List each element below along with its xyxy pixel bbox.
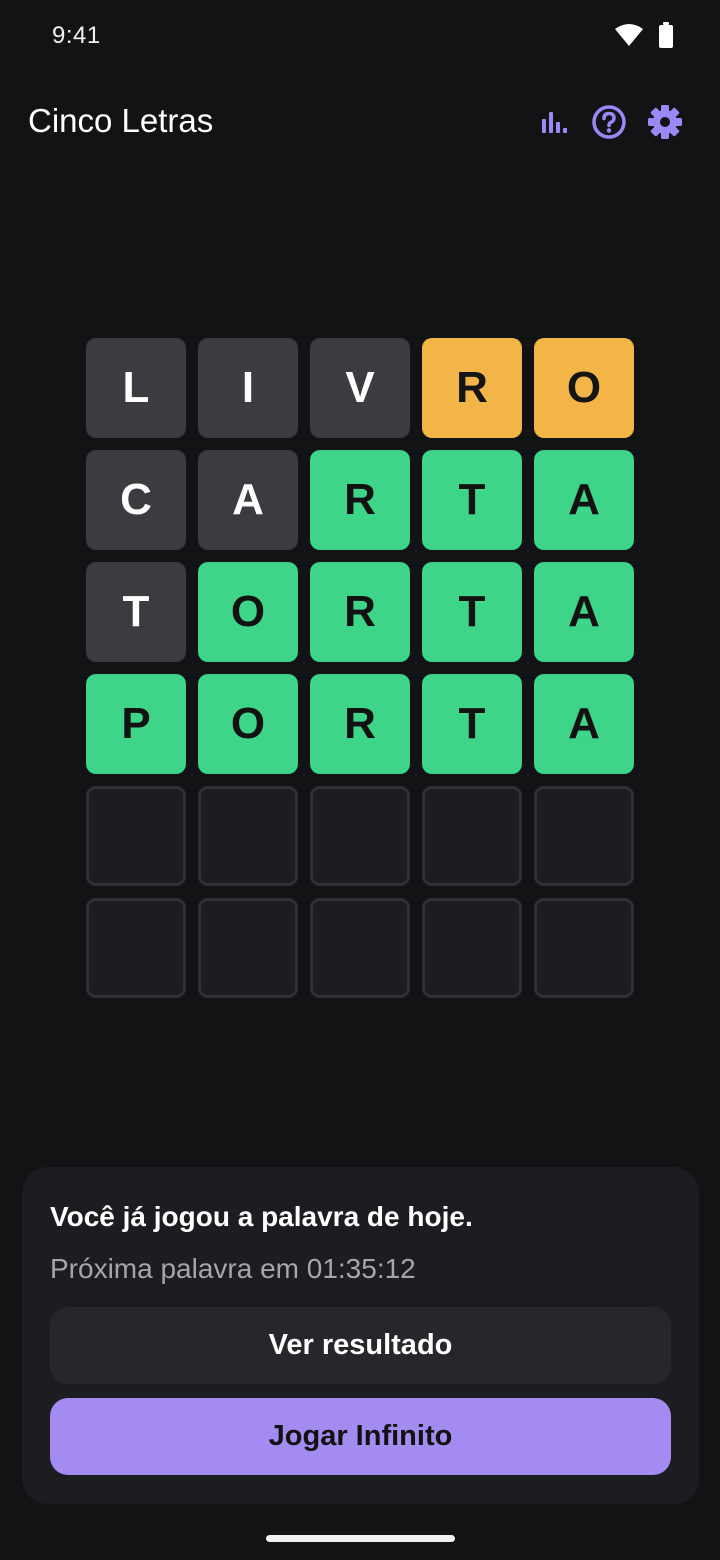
- view-result-button[interactable]: Ver resultado: [50, 1307, 671, 1384]
- tile-absent: V: [310, 338, 410, 438]
- help-icon: [591, 104, 627, 145]
- tile-correct: P: [86, 674, 186, 774]
- tile-empty: [422, 898, 522, 998]
- board-row: TORTA: [86, 562, 634, 662]
- settings-icon: [647, 104, 683, 145]
- tile-absent: C: [86, 450, 186, 550]
- tile-empty: [422, 786, 522, 886]
- tile-correct: T: [422, 450, 522, 550]
- tile-absent: A: [198, 450, 298, 550]
- board-row: LIVRO: [86, 338, 634, 438]
- tile-correct: R: [310, 450, 410, 550]
- tile-correct: R: [310, 674, 410, 774]
- tile-empty: [86, 786, 186, 886]
- next-word-countdown: Próxima palavra em 01:35:12: [50, 1253, 416, 1284]
- tile-correct: T: [422, 562, 522, 662]
- tile-correct: A: [534, 562, 634, 662]
- tile-empty: [534, 786, 634, 886]
- app-title: Cinco Letras: [28, 102, 214, 139]
- result-sheet: Você já jogou a palavra de hoje. Próxima…: [22, 1167, 699, 1504]
- sheet-title: Você já jogou a palavra de hoje.: [50, 1201, 473, 1232]
- help-button[interactable]: [587, 102, 631, 146]
- wifi-icon: [614, 23, 644, 52]
- tile-present: R: [422, 338, 522, 438]
- board-row: PORTA: [86, 674, 634, 774]
- tile-present: O: [534, 338, 634, 438]
- status-icons: [614, 22, 674, 53]
- tile-correct: O: [198, 674, 298, 774]
- stats-button[interactable]: [532, 102, 576, 146]
- tile-correct: T: [422, 674, 522, 774]
- tile-correct: A: [534, 674, 634, 774]
- tile-empty: [534, 898, 634, 998]
- tile-empty: [86, 898, 186, 998]
- battery-icon: [658, 22, 674, 53]
- tile-correct: A: [534, 450, 634, 550]
- play-infinite-button[interactable]: Jogar Infinito: [50, 1398, 671, 1475]
- tile-empty: [198, 898, 298, 998]
- tile-absent: I: [198, 338, 298, 438]
- home-indicator[interactable]: [266, 1535, 455, 1542]
- tile-correct: R: [310, 562, 410, 662]
- tile-correct: O: [198, 562, 298, 662]
- tile-empty: [310, 898, 410, 998]
- status-time: 9:41: [52, 22, 101, 49]
- tile-empty: [310, 786, 410, 886]
- board-row: [86, 898, 634, 998]
- game-board: LIVROCARTATORTAPORTA: [86, 338, 634, 1010]
- settings-button[interactable]: [643, 102, 687, 146]
- app-bar: Cinco Letras: [0, 88, 720, 160]
- stats-icon: [541, 110, 567, 139]
- tile-absent: T: [86, 562, 186, 662]
- tile-empty: [198, 786, 298, 886]
- status-bar: 9:41: [0, 0, 720, 72]
- board-row: [86, 786, 634, 886]
- board-row: CARTA: [86, 450, 634, 550]
- tile-absent: L: [86, 338, 186, 438]
